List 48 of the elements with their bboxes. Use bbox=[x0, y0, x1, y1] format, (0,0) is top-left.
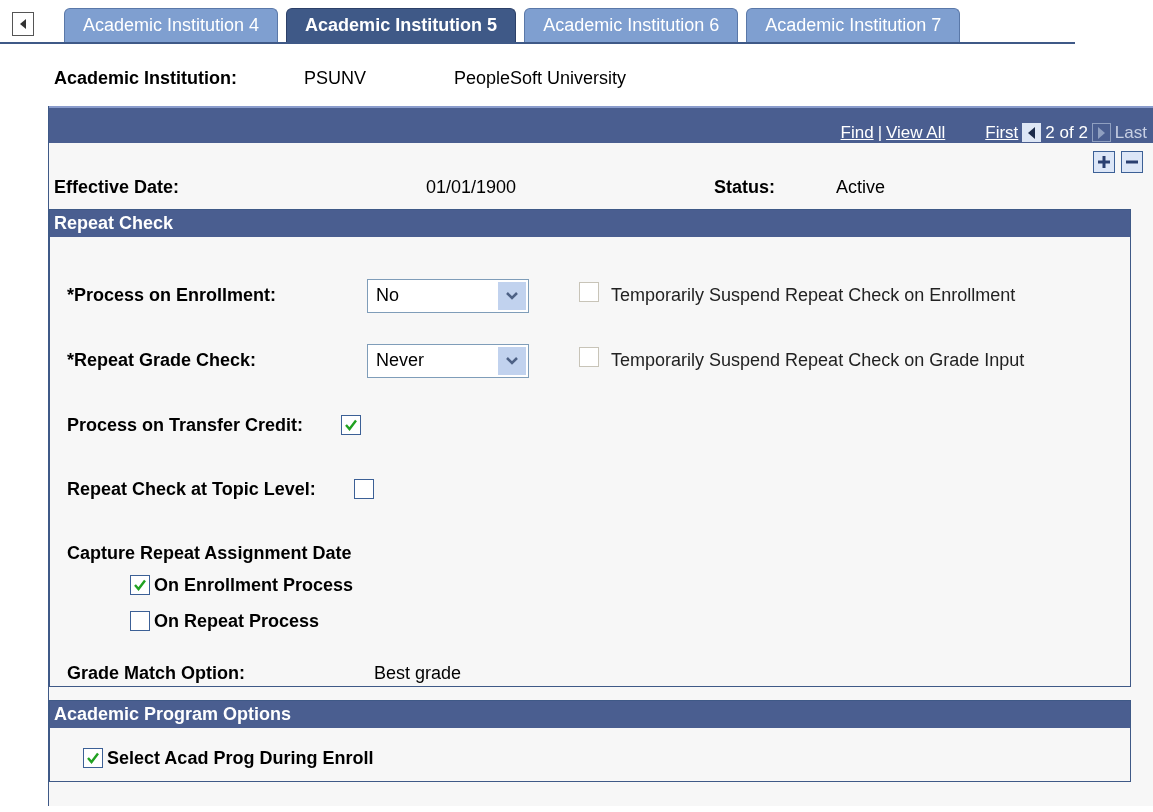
plus-icon bbox=[1097, 155, 1111, 169]
checkbox-label: On Repeat Process bbox=[154, 609, 320, 633]
field-label: Effective Date: bbox=[54, 175, 181, 199]
dropdown-field[interactable]: Never bbox=[367, 343, 529, 378]
field-label: *Repeat Grade Check: bbox=[67, 349, 258, 372]
field-value: Best grade bbox=[374, 661, 462, 685]
checkbox[interactable] bbox=[83, 748, 103, 768]
separator: | bbox=[877, 121, 883, 144]
scroll-left-button[interactable] bbox=[12, 12, 34, 36]
checkbox-label: Select Acad Prog During Enroll bbox=[107, 746, 374, 770]
previous-button[interactable] bbox=[1022, 123, 1042, 142]
find-link[interactable]: Find bbox=[840, 119, 874, 146]
field-label: Status: bbox=[714, 175, 776, 199]
field-value: 01/01/1900 bbox=[426, 175, 518, 199]
first-link[interactable]: First bbox=[985, 119, 1019, 146]
section-header: Academic Program Options bbox=[50, 701, 1130, 728]
dropdown-field[interactable]: No bbox=[367, 278, 529, 313]
chevron-down-icon bbox=[505, 290, 519, 301]
field-label: Repeat Check at Topic Level: bbox=[67, 477, 316, 501]
section-label: Capture Repeat Assignment Date bbox=[67, 542, 352, 565]
checkbox[interactable] bbox=[130, 575, 150, 595]
checkbox[interactable] bbox=[341, 415, 362, 435]
check-icon bbox=[86, 751, 100, 765]
field-value: PeopleSoft University bbox=[454, 66, 627, 90]
checkbox-label: On Enrollment Process bbox=[154, 573, 354, 597]
view-all-link[interactable]: View All bbox=[886, 119, 946, 146]
tab[interactable]: Academic Institution 5 bbox=[286, 8, 517, 42]
chevron-down-icon bbox=[505, 355, 519, 366]
triangle-left-icon bbox=[1027, 126, 1036, 139]
page-position: 2 of 2 bbox=[1045, 121, 1088, 144]
checkbox-label: Temporarily Suspend Repeat Check on Enrollment bbox=[611, 284, 1016, 307]
checkbox[interactable] bbox=[353, 479, 374, 499]
check-icon bbox=[344, 418, 359, 432]
field-label: Grade Match Option: bbox=[67, 661, 246, 685]
section-header: Repeat Check bbox=[50, 210, 1130, 237]
triangle-left-icon bbox=[18, 18, 28, 30]
triangle-right-icon bbox=[1097, 126, 1106, 139]
check-icon bbox=[133, 578, 147, 592]
delete-row-button[interactable] bbox=[1121, 151, 1143, 173]
last-label: Last bbox=[1114, 121, 1147, 144]
field-label: Academic Institution: bbox=[54, 66, 238, 90]
add-row-button[interactable] bbox=[1093, 151, 1115, 173]
field-value: PSUNV bbox=[304, 66, 367, 90]
checkbox[interactable] bbox=[130, 611, 150, 631]
checkbox-label: Temporarily Suspend Repeat Check on Grade Input bbox=[611, 349, 1025, 372]
field-value: Active bbox=[836, 175, 886, 199]
field-label: *Process on Enrollment: bbox=[67, 284, 278, 307]
field-label: Process on Transfer Credit: bbox=[67, 413, 304, 437]
